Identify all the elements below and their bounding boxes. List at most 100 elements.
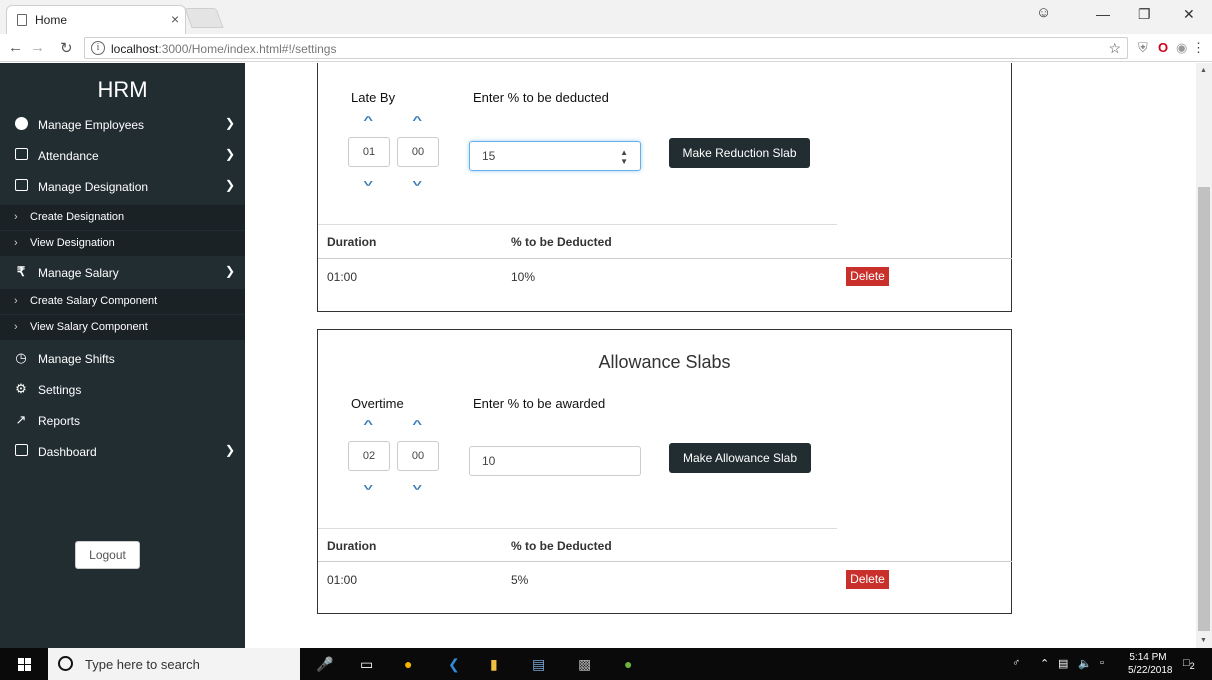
task-view-icon[interactable]: ▭ <box>360 656 373 673</box>
brand-title: HRM <box>97 77 148 102</box>
globe-extension-icon[interactable]: ◉ <box>1176 40 1187 56</box>
url-text: localhost:3000/Home/index.html#!/setting… <box>111 42 337 56</box>
windows-taskbar: Type here to search 🎤 ▭ ● ❮ ▮ ▤ ▩ ● ♂ ⌃ … <box>0 648 1212 680</box>
chevron-up-icon[interactable]: ⌃ <box>1040 657 1049 670</box>
delete-button[interactable]: Delete <box>846 570 889 589</box>
minutes-increment-icon[interactable]: ^ <box>412 115 422 127</box>
duration-cell: 01:00 <box>327 270 358 284</box>
vscode-icon[interactable]: ❮ <box>448 656 460 673</box>
new-tab-button[interactable] <box>184 8 224 28</box>
delete-button[interactable]: Delete <box>846 267 889 286</box>
make-reduction-slab-button[interactable]: Make Reduction Slab <box>669 138 810 168</box>
late-by-label: Late By <box>351 90 396 105</box>
tab-close-icon[interactable]: × <box>171 11 179 27</box>
opera-extension-icon[interactable]: O <box>1158 40 1168 55</box>
sidebar-item-reports[interactable]: ↗ Reports <box>0 406 245 436</box>
deducted-header: % to be Deducted <box>511 235 612 249</box>
sidebar-item-label: Manage Employees <box>38 118 145 132</box>
sidebar-item-label: Manage Salary <box>38 266 119 280</box>
minutes-increment-icon[interactable]: ^ <box>412 419 422 431</box>
forward-arrow-icon[interactable]: → <box>30 39 45 56</box>
hours-decrement-icon[interactable]: ^ <box>363 175 373 187</box>
sidebar-item-create-designation[interactable]: › Create Designation <box>0 205 245 231</box>
minutes-input[interactable]: 00 <box>397 137 439 167</box>
deduct-percent-input[interactable]: 15 ▲ ▼ <box>469 141 641 171</box>
sidebar-item-dashboard[interactable]: Dashboard ❯ <box>0 437 245 467</box>
duration-header: Duration <box>327 539 377 553</box>
duration-cell: 01:00 <box>327 573 358 587</box>
volume-icon[interactable]: 🔈 <box>1078 657 1092 670</box>
scrollbar-thumb[interactable] <box>1198 187 1210 631</box>
address-bar[interactable]: i localhost:3000/Home/index.html#!/setti… <box>84 37 1128 59</box>
shield-extension-icon[interactable]: ⛨ <box>1138 40 1148 56</box>
sidebar-item-label: Create Designation <box>30 211 125 223</box>
terminal-icon[interactable]: ▩ <box>578 656 591 673</box>
vertical-scrollbar[interactable]: ▲ ▼ <box>1196 63 1212 648</box>
page-icon <box>17 14 27 26</box>
chrome-icon[interactable]: ● <box>404 656 412 672</box>
profile-icon[interactable]: ☺ <box>1036 4 1051 21</box>
scroll-down-icon[interactable]: ▼ <box>1200 637 1207 644</box>
sidebar-item-manage-designation[interactable]: Manage Designation ❯ <box>0 172 245 202</box>
microphone-icon[interactable]: 🎤 <box>316 656 333 673</box>
bug-extension-icon[interactable]: ⋮ <box>1192 40 1205 56</box>
search-placeholder: Type here to search <box>85 657 200 672</box>
people-icon[interactable]: ♂ <box>1012 657 1020 669</box>
cortana-icon <box>58 656 73 671</box>
hours-increment-icon[interactable]: ^ <box>363 419 373 431</box>
network-icon[interactable]: ▤ <box>1058 657 1068 670</box>
notification-count: 2 <box>1189 661 1195 672</box>
sidebar-item-view-designation[interactable]: › View Designation <box>0 231 245 257</box>
sidebar-item-create-salary-component[interactable]: › Create Salary Component <box>0 289 245 315</box>
browser-toolbar: ← → ↻ i localhost:3000/Home/index.html#!… <box>0 34 1212 62</box>
gear-icon: ⚙ <box>15 381 27 396</box>
minutes-decrement-icon[interactable]: ^ <box>412 175 422 187</box>
number-spinner-icon[interactable]: ▲ ▼ <box>620 142 628 166</box>
mongodb-icon[interactable]: ● <box>624 656 632 672</box>
chevron-right-icon: › <box>14 321 18 333</box>
hours-decrement-icon[interactable]: ^ <box>363 479 373 491</box>
make-allowance-slab-button[interactable]: Make Allowance Slab <box>669 443 811 473</box>
sidebar-item-manage-shifts[interactable]: ◷ Manage Shifts <box>0 344 245 374</box>
browser-tab[interactable]: Home × <box>6 5 186 34</box>
reload-icon[interactable]: ↻ <box>60 39 73 57</box>
allowance-slabs-panel: Allowance Slabs Overtime Enter % to be a… <box>317 329 1012 614</box>
table-divider <box>318 224 837 225</box>
chevron-down-icon: ❯ <box>224 264 235 278</box>
file-explorer-icon[interactable]: ▮ <box>490 656 498 673</box>
hours-input[interactable]: 01 <box>348 137 390 167</box>
hours-increment-icon[interactable]: ^ <box>363 115 373 127</box>
restore-button[interactable]: ❐ <box>1138 6 1151 23</box>
sidebar-item-manage-employees[interactable]: Manage Employees ❯ <box>0 110 245 140</box>
id-badge-icon <box>14 179 28 193</box>
sidebar-item-attendance[interactable]: Attendance ❯ <box>0 141 245 171</box>
sidebar-item-label: Dashboard <box>38 445 97 459</box>
hours-input[interactable]: 02 <box>348 441 390 471</box>
minimize-button[interactable]: — <box>1096 6 1110 22</box>
system-clock[interactable]: 5:14 PM 5/22/2018 <box>1128 651 1173 677</box>
sidebar-item-settings[interactable]: ⚙ Settings <box>0 375 245 405</box>
minutes-input[interactable]: 00 <box>397 441 439 471</box>
table-divider <box>318 528 837 529</box>
sidebar-item-view-salary-component[interactable]: › View Salary Component <box>0 315 245 341</box>
windows-start-icon[interactable] <box>18 658 31 671</box>
award-percent-input[interactable]: 10 <box>469 446 641 476</box>
clock-icon: ◷ <box>15 350 27 365</box>
back-arrow-icon[interactable]: ← <box>8 39 23 56</box>
close-window-button[interactable]: ✕ <box>1183 6 1195 23</box>
logout-button[interactable]: Logout <box>75 541 140 569</box>
taskbar-search[interactable]: Type here to search <box>48 648 300 680</box>
chevron-down-icon: ❯ <box>224 178 235 192</box>
notifications-icon[interactable]: □2 <box>1183 657 1195 671</box>
reduction-slabs-panel: Late By Enter % to be deducted ^ ^ 01 00… <box>317 63 1012 312</box>
deduct-percent-value: 15 <box>482 149 496 163</box>
minutes-decrement-icon[interactable]: ^ <box>412 479 422 491</box>
clock-time: 5:14 PM <box>1129 652 1167 663</box>
sidebar-item-manage-salary[interactable]: ₹ Manage Salary ❯ <box>0 258 245 288</box>
bookmark-star-icon[interactable]: ☆ <box>1108 40 1121 57</box>
award-percent-label: Enter % to be awarded <box>473 396 606 411</box>
notepad-icon[interactable]: ▤ <box>532 656 545 673</box>
info-icon[interactable]: i <box>91 41 105 55</box>
language-icon[interactable]: ▫ <box>1100 657 1104 669</box>
scroll-up-icon[interactable]: ▲ <box>1200 67 1207 74</box>
